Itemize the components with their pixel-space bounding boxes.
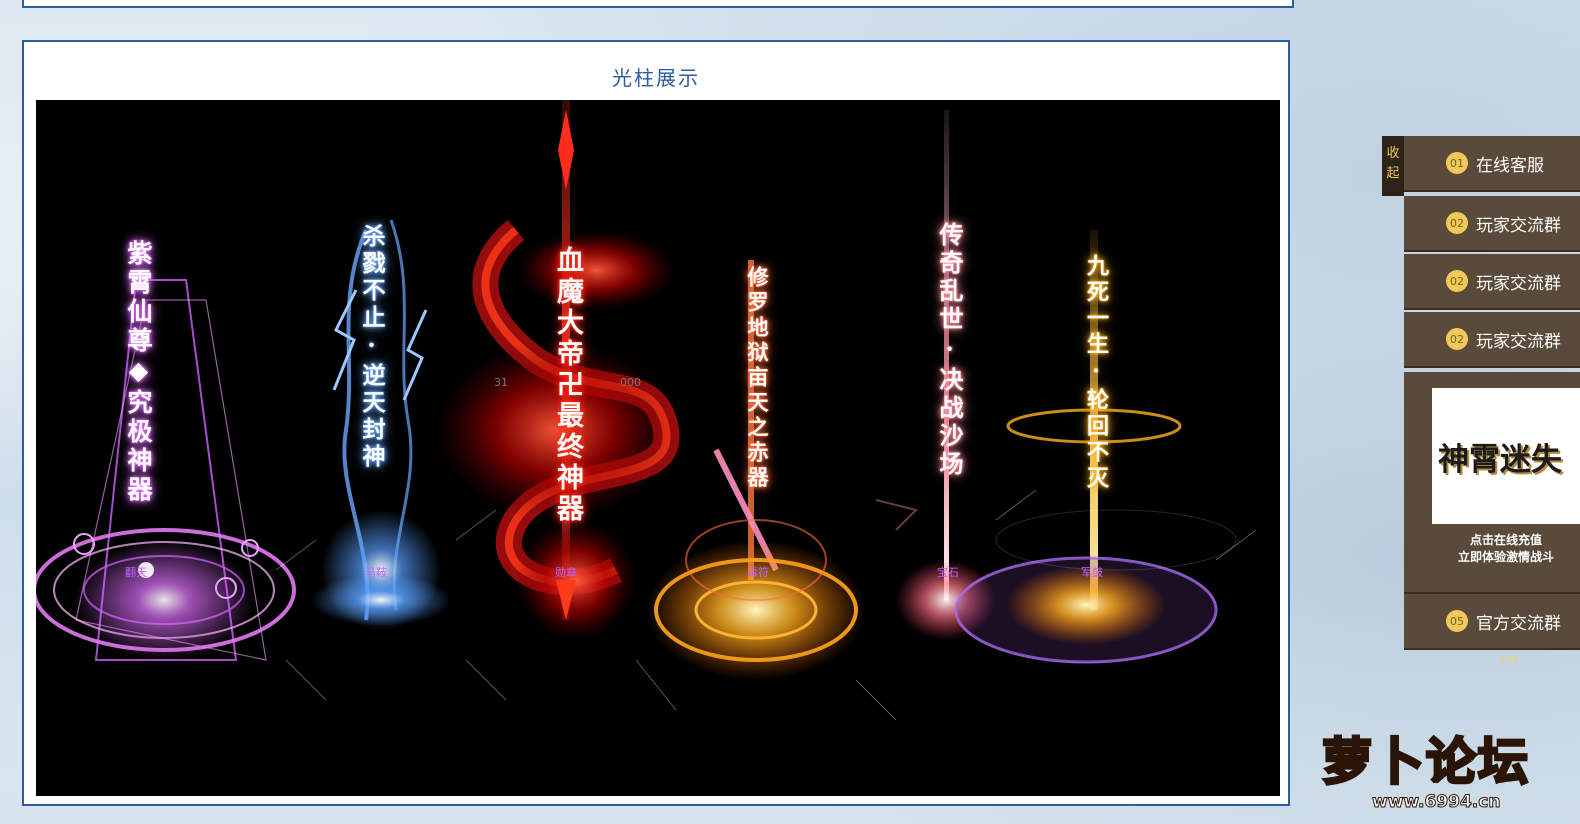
menu-item-online-service[interactable]: 01 在线客服 — [1404, 136, 1580, 192]
panel-title: 光柱展示 — [612, 66, 700, 90]
menu-item-label: 在线客服 — [1476, 155, 1544, 176]
pillar-text-5: 传奇乱世·决战沙场 — [935, 222, 964, 479]
game-logo-text: 神霄迷失 — [1438, 442, 1562, 478]
menu-number-badge: 02 — [1446, 212, 1468, 234]
pillar-label-3: 勋章 — [555, 566, 577, 579]
menu-item-label: 玩家交流群 — [1476, 331, 1561, 352]
pillar-label-1: 翻天 — [125, 566, 147, 579]
pillar-label-5: 宝石 — [937, 566, 959, 579]
promo-caption: 点击在线充值 立即体验激情战斗 — [1432, 532, 1580, 566]
game-logo-image: 神霄迷失 — [1432, 388, 1580, 524]
collapse-label: 收起 — [1386, 146, 1400, 181]
previous-panel-edge — [22, 0, 1294, 8]
side-float-panel: 收起 01 在线客服 02 玩家交流群 02 玩家交流群 02 玩家交流群 神霄… — [1382, 136, 1580, 666]
menu-item-label: 官方交流群 — [1476, 613, 1561, 634]
pillar-text-1: 紫霄仙尊◆究极神器 — [124, 240, 153, 505]
pillar-text-2: 杀戮不止·逆天封神 — [358, 224, 385, 471]
menu-item-player-group-1[interactable]: 02 玩家交流群 — [1404, 196, 1580, 252]
back-to-top-link[interactable]: TOP — [1500, 656, 1518, 666]
menu-item-label: 玩家交流群 — [1476, 273, 1561, 294]
faint-text-left: 31 — [494, 376, 508, 389]
watermark-logo-text: 萝卜论坛 — [1321, 732, 1530, 793]
pillar-showcase-image: 紫霄仙尊◆究极神器 杀戮不止·逆天封神 血魔大帝卍最终神器 修罗地狱亩天之赤器 … — [36, 100, 1280, 796]
pillar-label-2: 马鞍 — [365, 566, 387, 579]
menu-number-badge: 02 — [1446, 328, 1468, 350]
faint-text-right: 000 — [620, 376, 641, 389]
menu-item-player-group-2[interactable]: 02 玩家交流群 — [1404, 254, 1580, 310]
pillar-label-6: 军鼓 — [1081, 566, 1103, 579]
pillar-label-4: 毒符 — [747, 566, 769, 579]
promo-caption-line2: 立即体验激情战斗 — [1457, 550, 1554, 564]
pillar-text-6: 九死一生·轮回不灭 — [1083, 254, 1109, 492]
light-pillar-panel: 光柱展示 紫霄仙尊◆究极神器 杀戮不止·逆天封神 血魔大帝卍最终神器 修罗地狱亩… — [22, 40, 1290, 806]
watermark-url: www.6994.cn — [1371, 792, 1501, 813]
pillar-text-4: 修罗地狱亩天之赤器 — [745, 266, 770, 491]
pillar-text-3: 血魔大帝卍最终神器 — [552, 246, 583, 525]
menu-item-player-group-3[interactable]: 02 玩家交流群 — [1404, 312, 1580, 368]
recharge-promo-card[interactable]: 神霄迷失 点击在线充值 立即体验激情战斗 — [1404, 372, 1580, 594]
menu-item-label: 玩家交流群 — [1476, 215, 1561, 236]
site-watermark: 萝卜论坛 www.6994.cn — [1321, 720, 1572, 820]
menu-number-badge: 02 — [1446, 270, 1468, 292]
promo-caption-line1: 点击在线充值 — [1469, 533, 1542, 547]
menu-number-badge: 05 — [1446, 610, 1468, 632]
purple-pillar-effect — [36, 279, 296, 661]
menu-item-official-group[interactable]: 05 官方交流群 — [1404, 594, 1580, 650]
collapse-button[interactable]: 收起 — [1382, 136, 1404, 196]
menu-number-badge: 01 — [1446, 152, 1468, 174]
